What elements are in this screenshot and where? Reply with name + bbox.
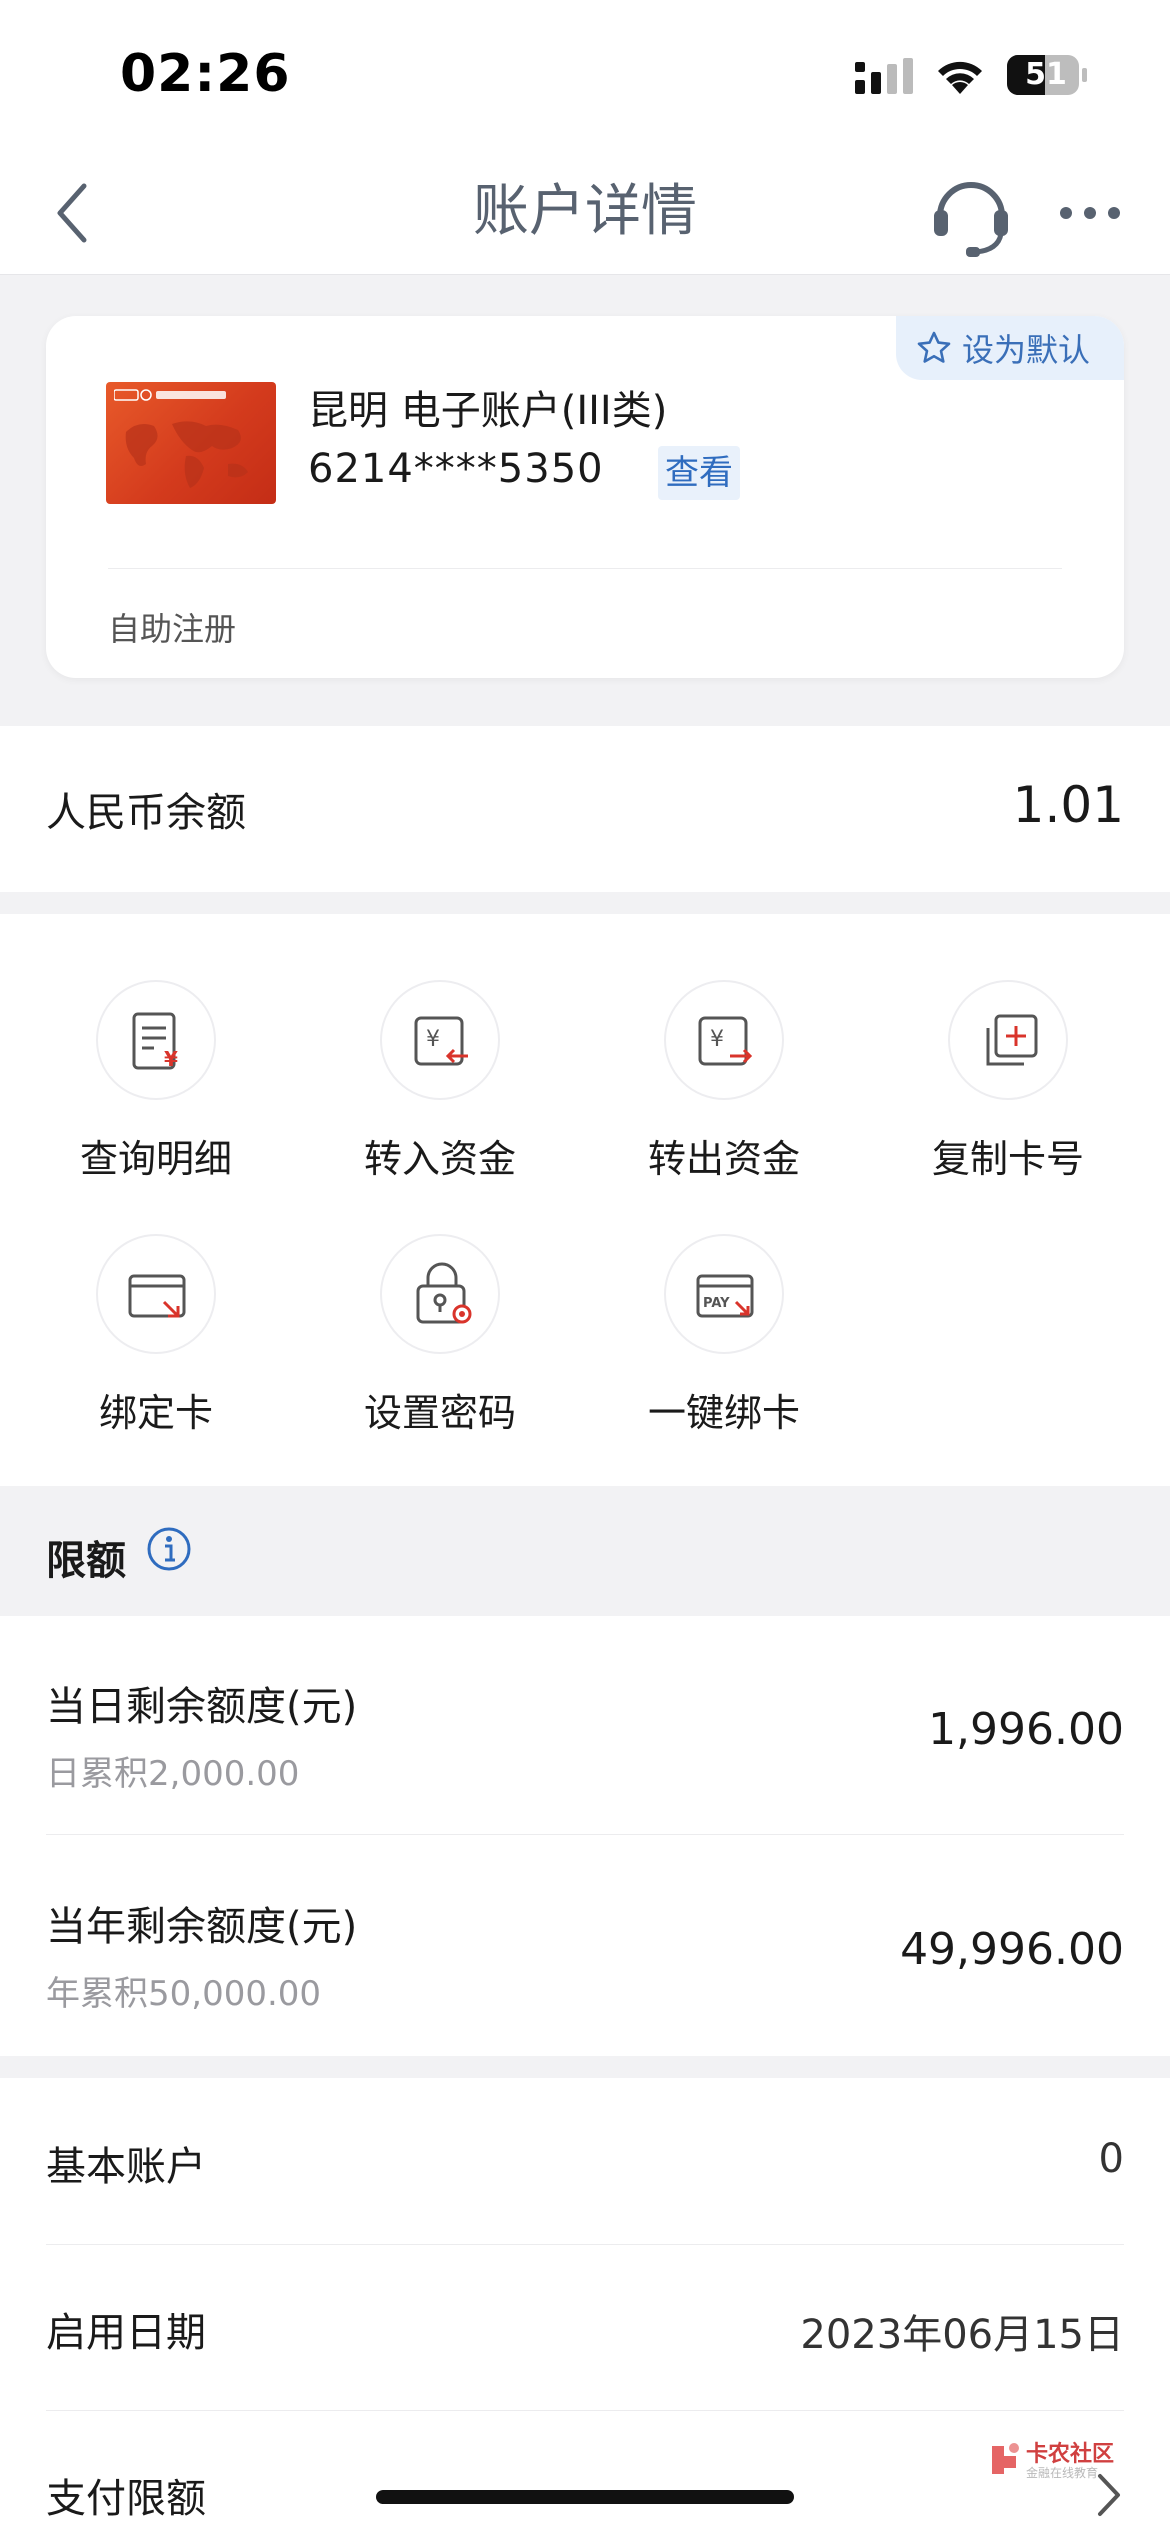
status-bar: 02:26 51 [0, 0, 1170, 150]
battery-level: 51 [1025, 57, 1067, 92]
info-icon[interactable] [146, 1526, 192, 1572]
action-grid: ¥ 查询明细 ¥ 转入资金 ¥ 转出资金 复制卡号 绑定卡 设置密码 PAY 一… [0, 914, 1170, 1486]
limit-subtitle: 年累积50,000.00 [46, 1974, 322, 2014]
action-label: 复制卡号 [931, 1137, 1084, 1181]
navigation-bar: 账户详情 [0, 150, 1170, 275]
limit-title: 当年剩余额度(元) [46, 1904, 358, 1950]
balance-value: 1.01 [1012, 776, 1124, 834]
pay-card-icon: PAY [696, 1274, 754, 1318]
action-icon-circle: ¥ [664, 980, 784, 1100]
bank-logo-icon [114, 389, 226, 401]
balance-label: 人民币余额 [46, 790, 246, 836]
row-divider [46, 1834, 1124, 1835]
transfer-in-button[interactable]: ¥ 转入资金 [330, 914, 550, 1181]
limit-subtitle: 日累积2,000.00 [46, 1754, 300, 1794]
action-icon-circle [380, 1234, 500, 1354]
svg-text:¥: ¥ [710, 1027, 724, 1052]
bank-card-thumbnail [106, 382, 276, 504]
watermark-logo-icon [992, 2443, 1019, 2474]
wifi-icon [938, 61, 982, 94]
copy-icon [986, 1014, 1038, 1066]
transfer-out-icon: ¥ [698, 1016, 753, 1066]
card-bind-icon [128, 1274, 186, 1318]
customer-service-headset-icon[interactable] [930, 170, 1012, 258]
view-card-number-button[interactable]: 查看 [658, 446, 740, 500]
home-indicator [376, 2490, 794, 2504]
set-default-label: 设为默认 [962, 331, 1091, 369]
info-label: 基本账户 [46, 2144, 206, 2190]
transfer-out-button[interactable]: ¥ 转出资金 [614, 914, 834, 1181]
info-label: 启用日期 [46, 2310, 206, 2356]
query-details-button[interactable]: ¥ 查询明细 [46, 914, 266, 1181]
account-card: 设为默认 昆明 电子账户(III类) 6214****5350 查看 自助注册 [46, 316, 1124, 678]
world-map-icon [125, 421, 248, 488]
card-divider [108, 568, 1062, 569]
yearly-limit-row: 当年剩余额度(元) 年累积50,000.00 49,996.00 [0, 1836, 1170, 2056]
action-icon-circle: PAY [664, 1234, 784, 1354]
action-icon-circle: ¥ [96, 980, 216, 1100]
limits-section-header: 限额 [0, 1486, 1170, 1616]
transfer-in-icon: ¥ [414, 1016, 468, 1066]
limits-list: 当日剩余额度(元) 日累积2,000.00 1,996.00 当年剩余额度(元)… [0, 1616, 1170, 2056]
action-label: 绑定卡 [98, 1391, 213, 1435]
basic-account-row: 基本账户 0 [0, 2078, 1170, 2245]
svg-text:¥: ¥ [426, 1027, 440, 1052]
star-icon [917, 331, 951, 363]
action-label: 设置密码 [363, 1391, 516, 1435]
set-password-button[interactable]: 设置密码 [330, 1168, 550, 1435]
limit-value: 49,996.00 [900, 1924, 1124, 1975]
svg-text:PAY: PAY [703, 1296, 730, 1311]
limit-title: 当日剩余额度(元) [46, 1684, 358, 1730]
daily-limit-row: 当日剩余额度(元) 日累积2,000.00 1,996.00 [0, 1616, 1170, 1836]
action-icon-circle [948, 980, 1068, 1100]
watermark-subtitle: 金融在线教育 [1026, 2466, 1099, 2480]
activation-date-row: 启用日期 2023年06月15日 [0, 2244, 1170, 2411]
info-value: 0 [1098, 2136, 1124, 2182]
copy-card-number-button[interactable]: 复制卡号 [898, 914, 1118, 1181]
limit-value: 1,996.00 [928, 1704, 1124, 1755]
info-label: 支付限额 [46, 2476, 206, 2522]
account-name: 昆明 电子账户(III类) [308, 388, 668, 434]
one-click-bind-button[interactable]: PAY 一键绑卡 [614, 1168, 834, 1435]
statement-icon: ¥ [132, 1012, 178, 1071]
cellular-signal-icon [855, 58, 913, 94]
registration-type: 自助注册 [108, 610, 237, 648]
svg-text:¥: ¥ [164, 1047, 178, 1071]
set-default-button[interactable]: 设为默认 [896, 316, 1124, 380]
status-time: 02:26 [120, 44, 291, 104]
lock-icon [416, 1262, 472, 1324]
action-label: 一键绑卡 [647, 1391, 800, 1435]
bind-card-button[interactable]: 绑定卡 [46, 1168, 266, 1435]
more-options-icon[interactable] [1058, 198, 1122, 228]
account-number: 6214****5350 [308, 446, 604, 492]
limits-title: 限额 [46, 1538, 126, 1584]
balance-row: 人民币余额 1.01 [0, 726, 1170, 892]
action-icon-circle [96, 1234, 216, 1354]
info-value: 2023年06月15日 [800, 2312, 1124, 2358]
action-icon-circle: ¥ [380, 980, 500, 1100]
watermark: 卡农社区 金融在线教育 [988, 2436, 1120, 2486]
